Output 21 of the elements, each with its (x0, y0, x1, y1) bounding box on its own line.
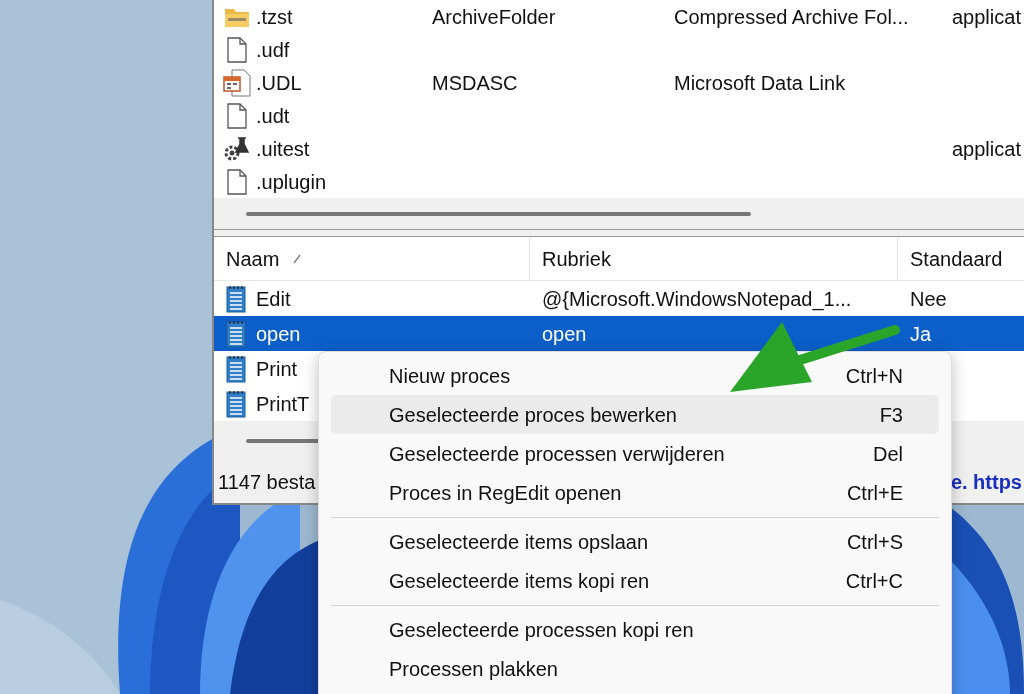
table-cell: open (542, 322, 587, 345)
table-cell-text: PrintT (256, 391, 310, 417)
file-extension: .uitest (256, 136, 310, 162)
file-extension: .tzst (256, 4, 293, 30)
file-extension: .udf (256, 37, 290, 63)
file-type: ArchiveFolder (432, 5, 556, 28)
status-text: 1147 besta (218, 469, 316, 495)
table-cell-text: open (256, 321, 301, 347)
table-cell: applicat (952, 137, 1021, 160)
file-extension: .UDL (256, 70, 302, 96)
file-type: MSDASC (432, 71, 518, 94)
file-extension: .udt (256, 103, 290, 129)
table-cell-text: Edit (256, 286, 291, 312)
file-extension: .uplugin (256, 169, 327, 195)
table-cell-text: Print (256, 356, 298, 382)
table-cell: Nee (910, 287, 947, 310)
table-cell: @{Microsoft.WindowsNotepad_1... (542, 287, 852, 310)
file-description: Compressed Archive Fol... (674, 5, 909, 28)
table-cell: Ja (910, 322, 932, 345)
file-description: Microsoft Data Link (674, 71, 846, 94)
table-cell: applicat (952, 5, 1021, 28)
